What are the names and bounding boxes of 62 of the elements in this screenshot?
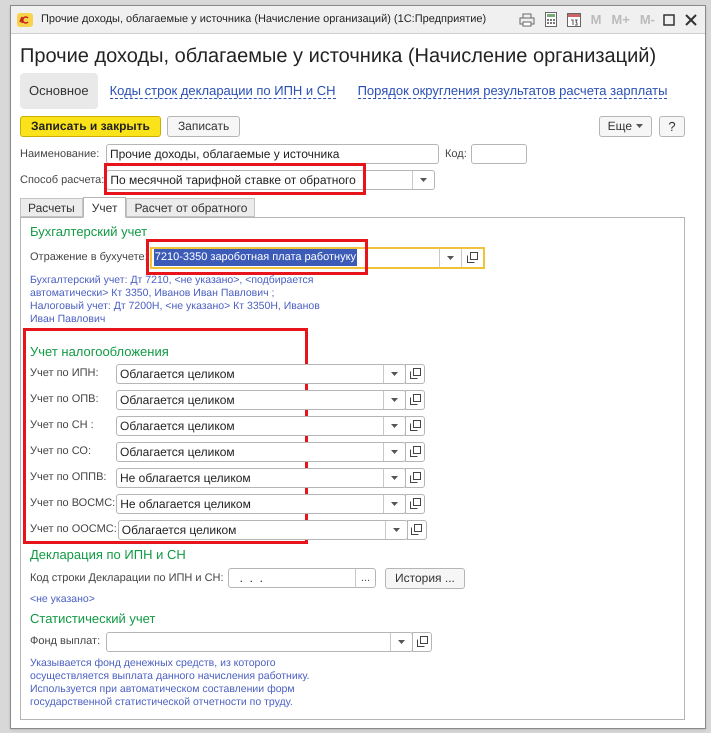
field-label: Учет по ОППВ:: [30, 470, 108, 486]
field-label: Способ расчета:: [20, 172, 106, 188]
save-and-close-button[interactable]: Записать и закрыть: [20, 116, 161, 136]
calendar-icon[interactable]: [566, 12, 581, 27]
dropdown-field[interactable]: [106, 632, 413, 652]
open-icon[interactable]: [405, 416, 425, 436]
dropdown-field[interactable]: Не облагается целиком: [116, 494, 406, 514]
nav-link[interactable]: Коды строк декларации по ИПН и СН: [110, 83, 336, 99]
section-title: Учет налогообложения: [30, 342, 170, 358]
form-heading: Прочие доходы, облагаемые у источника (Начисление организаций): [20, 44, 658, 69]
section-title: Декларация по ИПН и СН: [30, 546, 187, 564]
dropdown-field[interactable]: Облагается целиком: [116, 416, 406, 436]
app-logo-icon: [17, 12, 33, 26]
field-label: Фонд выплат:: [30, 634, 102, 650]
field-label: Учет по СН :: [30, 418, 95, 434]
input-field[interactable]: . . . ...: [228, 568, 376, 588]
dropdown-field[interactable]: Облагается целиком: [116, 364, 406, 384]
caret-icon: [636, 124, 643, 128]
save-button[interactable]: Записать: [166, 116, 240, 136]
declaration-note: <не указано>: [30, 593, 96, 606]
accounting-description: Бухгалтерский учет: Дт 7210, <не указано>, <подбирается автоматически> Кт 3350, Иванов Иван Павлович ; Налоговый учет: Дт 7200Н, <не указано> Кт 3350Н, Иванов Иван Павлович: [30, 274, 321, 326]
tab[interactable]: Учет: [82, 197, 126, 218]
calculator-icon[interactable]: [544, 12, 557, 27]
close-icon[interactable]: [685, 14, 697, 26]
field-label: Код строки Декларации по ИПН и СН:: [30, 570, 225, 586]
tab[interactable]: Расчет от обратного: [126, 198, 256, 217]
open-icon[interactable]: [405, 494, 426, 514]
tab[interactable]: Расчеты: [20, 198, 83, 217]
field-label: Учет по ОПВ:: [30, 392, 100, 408]
section-title: Статистический учет: [30, 610, 156, 628]
dropdown-field[interactable]: Облагается целиком: [116, 442, 406, 462]
field-label: Учет по ИПН:: [30, 366, 100, 382]
nav-link[interactable]: Порядок округления результатов расчета зарплаты: [358, 83, 668, 99]
input-field[interactable]: [471, 144, 527, 164]
dropdown-field[interactable]: Облагается целиком: [118, 520, 408, 540]
field-label: Учет по СО:: [30, 444, 92, 460]
field-label: Учет по ВОСМС:: [30, 496, 116, 512]
field-label: Отражение в бухучете:: [30, 250, 149, 266]
field-label: Код:: [445, 146, 468, 162]
help-button[interactable]: ?: [659, 116, 685, 136]
dropdown-field[interactable]: Облагается целиком: [116, 390, 406, 410]
open-icon[interactable]: [406, 520, 427, 540]
open-icon[interactable]: [405, 468, 425, 488]
open-icon[interactable]: [405, 390, 425, 410]
maximize-icon[interactable]: [663, 14, 675, 26]
printer-icon[interactable]: [518, 12, 535, 26]
window-title: Прочие доходы, облагаемые у источника (Начисление организаций) (1С:Предприятие): [41, 12, 488, 28]
dropdown-field[interactable]: 7210-3350 зароботная плата работнуку: [150, 246, 485, 268]
open-icon[interactable]: [405, 442, 425, 462]
statistics-description: Указывается фонд денежных средств, из которого осуществляется выплата данного начисления работнику. Используется при автоматическом составлении форм государственной статистической отчетности по труду.: [30, 656, 311, 708]
open-icon[interactable]: [405, 364, 425, 384]
field-label: Учет по ООСМС:: [30, 522, 118, 538]
select-button[interactable]: ...: [355, 569, 375, 587]
dropdown-field[interactable]: По месячной тарифной ставке от обратного: [106, 170, 436, 190]
history-button[interactable]: История ...: [385, 568, 465, 588]
field-label: Наименование:: [20, 146, 100, 162]
nav-tab[interactable]: Основное: [20, 73, 98, 109]
more-button[interactable]: Еще: [598, 116, 652, 136]
section-title: Бухгалтерский учет: [30, 223, 148, 241]
input-field[interactable]: Прочие доходы, облагаемые у источника: [106, 144, 439, 164]
open-icon[interactable]: [412, 632, 432, 652]
dropdown-field[interactable]: Не облагается целиком: [116, 468, 406, 488]
